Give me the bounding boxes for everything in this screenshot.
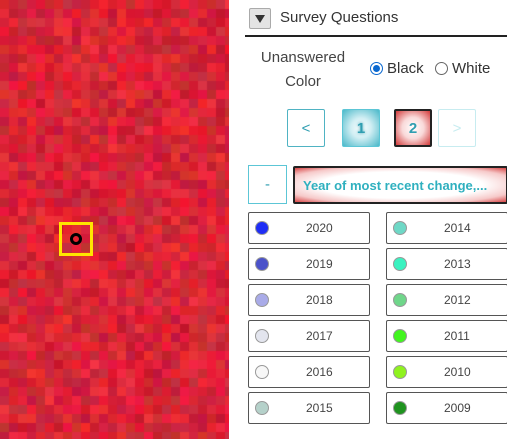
unanswered-label-line1: Unanswered <box>260 49 346 66</box>
legend-year-label: 2019 <box>306 257 333 271</box>
legend-item-2011[interactable]: 2011 <box>386 320 507 352</box>
color-swatch-icon <box>255 365 269 379</box>
legend-year-label: 2014 <box>444 221 471 235</box>
legend-year-label: 2013 <box>444 257 471 271</box>
radio-black-label: Black <box>387 60 424 77</box>
color-swatch-icon <box>255 257 269 271</box>
legend-year-label: 2016 <box>306 365 333 379</box>
legend-item-2009[interactable]: 2009 <box>386 392 507 424</box>
collapse-question-button[interactable]: - <box>248 165 287 204</box>
legend-year-label: 2010 <box>444 365 471 379</box>
legend-year-label: 2012 <box>444 293 471 307</box>
color-swatch-icon <box>393 293 407 307</box>
color-swatch-icon <box>255 401 269 415</box>
legend-item-2018[interactable]: 2018 <box>248 284 370 316</box>
color-swatch-icon <box>255 221 269 235</box>
page-2-button[interactable]: 2 <box>394 109 432 147</box>
page-1-label: 1 <box>356 119 366 137</box>
legend-year-label: 2017 <box>306 329 333 343</box>
color-swatch-icon <box>393 221 407 235</box>
legend-year-label: 2015 <box>306 401 333 415</box>
radio-black[interactable]: Black <box>370 60 424 77</box>
unanswered-label-line2: Color <box>285 73 321 90</box>
unanswered-color-label: Unanswered Color <box>253 46 353 94</box>
question-title-button[interactable]: Year of most recent change,... <box>293 166 507 204</box>
radio-white-label: White <box>452 60 491 77</box>
color-swatch-icon <box>393 365 407 379</box>
collapse-panel-button[interactable] <box>249 8 271 29</box>
legend-item-2017[interactable]: 2017 <box>248 320 370 352</box>
legend-item-2013[interactable]: 2013 <box>386 248 507 280</box>
radio-black-circle[interactable] <box>370 62 383 75</box>
legend-item-2010[interactable]: 2010 <box>386 356 507 388</box>
color-swatch-icon <box>393 257 407 271</box>
color-swatch-icon <box>255 293 269 307</box>
legend-year-label: 2009 <box>444 401 471 415</box>
location-dot-icon <box>70 233 82 245</box>
panel-title: Survey Questions <box>280 9 399 26</box>
prev-page-button[interactable]: < <box>287 109 325 147</box>
color-swatch-icon <box>393 329 407 343</box>
legend-year-label: 2020 <box>306 221 333 235</box>
survey-panel: Survey Questions Unanswered Color Black … <box>229 0 507 439</box>
color-swatch-icon <box>255 329 269 343</box>
legend-item-2020[interactable]: 2020 <box>248 212 370 244</box>
color-swatch-icon <box>393 401 407 415</box>
legend-year-label: 2011 <box>444 329 470 343</box>
radio-white-circle[interactable] <box>435 62 448 75</box>
radio-white[interactable]: White <box>435 60 490 77</box>
selected-location-marker[interactable] <box>59 222 93 256</box>
legend-item-2019[interactable]: 2019 <box>248 248 370 280</box>
page-1-button[interactable]: 1 <box>342 109 380 147</box>
map-canvas[interactable] <box>0 0 229 439</box>
legend-year-label: 2018 <box>306 293 333 307</box>
panel-header: Survey Questions <box>245 0 507 37</box>
legend-item-2016[interactable]: 2016 <box>248 356 370 388</box>
next-page-button[interactable]: > <box>438 109 476 147</box>
legend-item-2015[interactable]: 2015 <box>248 392 370 424</box>
legend-item-2014[interactable]: 2014 <box>386 212 507 244</box>
legend-item-2012[interactable]: 2012 <box>386 284 507 316</box>
